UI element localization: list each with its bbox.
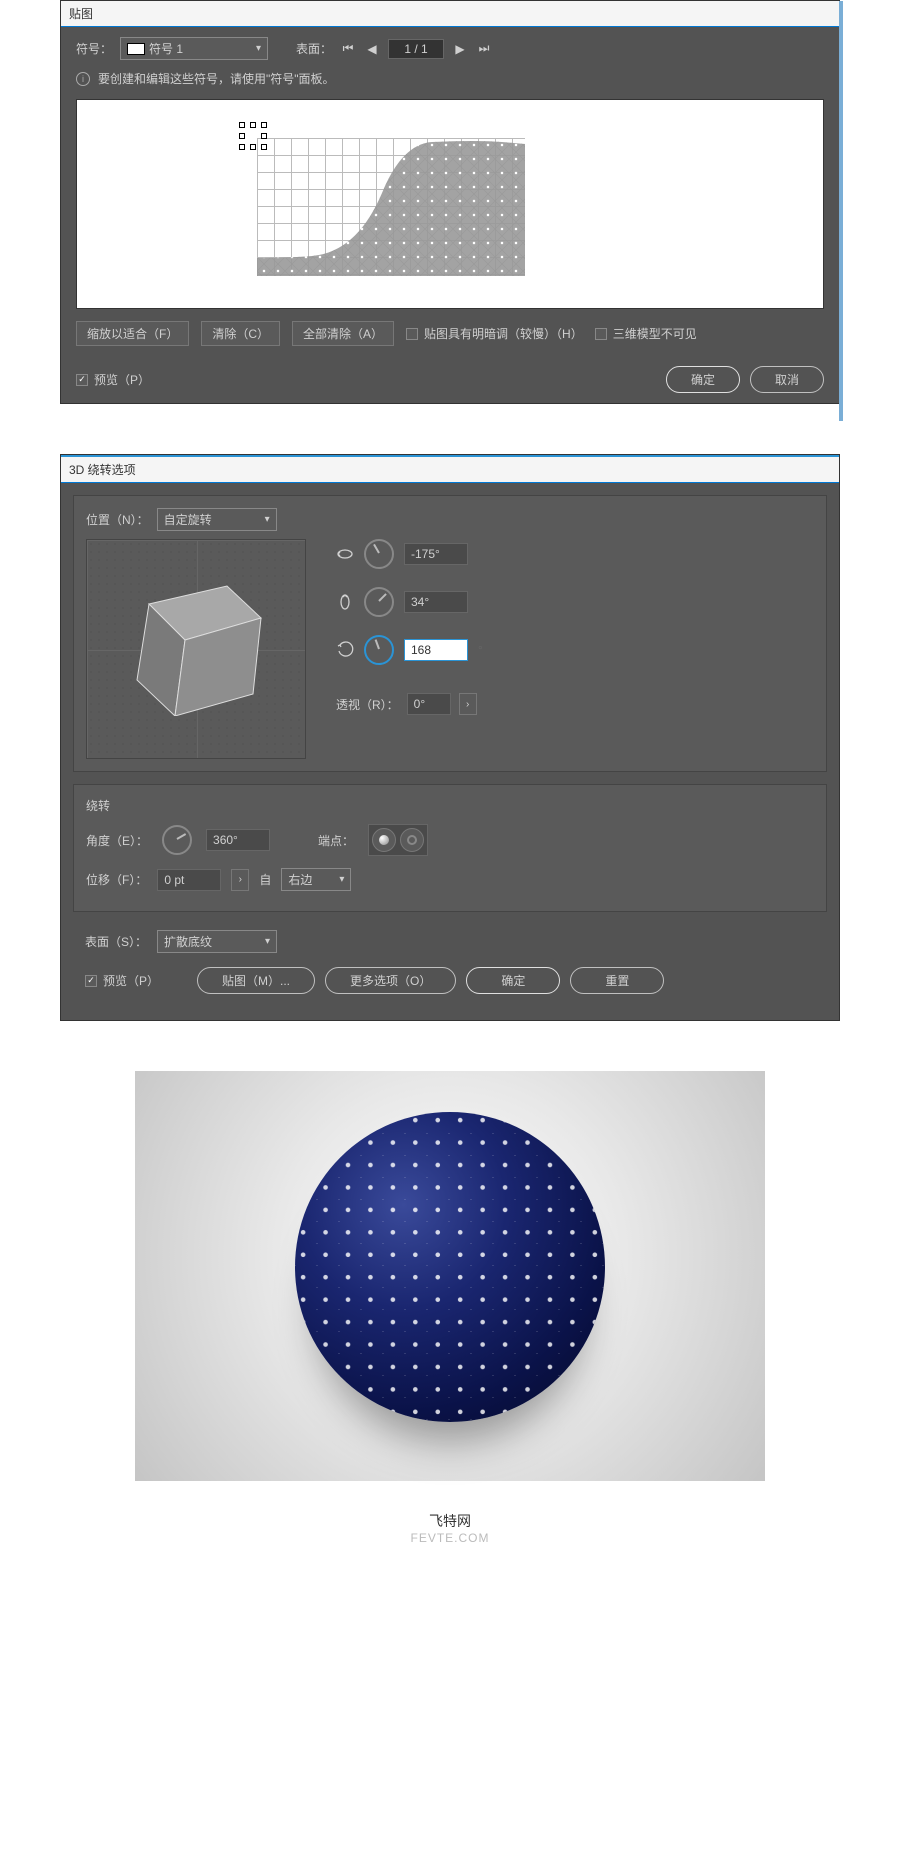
page-input[interactable]: 1 / 1 — [388, 39, 444, 59]
angle-dial[interactable] — [162, 825, 192, 855]
rotate-y-icon — [336, 593, 354, 611]
symbol-value: 符号 1 — [149, 40, 183, 57]
first-page-icon[interactable]: ⏮ — [340, 41, 356, 57]
revolve-label: 绕转 — [86, 797, 814, 814]
offset-label: 位移（F）： — [86, 871, 147, 888]
panel-title: 贴图 — [61, 1, 839, 27]
texture-shape — [257, 138, 525, 276]
surface-label: 表面： — [296, 40, 332, 57]
cap-solid-button[interactable] — [372, 828, 396, 852]
position-select[interactable]: 自定旋转 — [157, 508, 277, 531]
cap-label: 端点： — [318, 832, 354, 849]
offset-input[interactable] — [157, 869, 221, 891]
clear-all-button[interactable]: 全部清除（A） — [292, 321, 394, 346]
selection-handles[interactable] — [239, 122, 269, 152]
result-preview — [135, 1071, 765, 1481]
preview2-label: 预览（P） — [103, 972, 159, 989]
position-label: 位置（N）： — [86, 511, 149, 528]
cube-preview[interactable] — [86, 539, 306, 759]
scrollbar-edge — [839, 1, 843, 421]
position-group: 位置（N）： 自定旋转 — [73, 495, 827, 772]
rendered-sphere — [295, 1112, 605, 1422]
ok-button[interactable]: 确定 — [666, 366, 740, 393]
revolve-options-panel: 3D 绕转选项 位置（N）： 自定旋转 — [60, 454, 840, 1021]
surface-select[interactable]: 扩散底纹 — [157, 930, 277, 953]
map-art-button[interactable]: 贴图（M）... — [197, 967, 315, 994]
symbol-select[interactable]: 符号 1 — [120, 37, 268, 60]
symbol-swatch — [127, 43, 145, 55]
prev-page-icon[interactable]: ◀ — [364, 41, 380, 57]
shading-label: 贴图具有明暗调（较慢）（H） — [424, 325, 583, 342]
panel2-title: 3D 绕转选项 — [61, 455, 839, 483]
ok2-button[interactable]: 确定 — [466, 967, 560, 994]
angle-input[interactable] — [206, 829, 270, 851]
info-text: 要创建和编辑这些符号，请使用"符号"面板。 — [98, 70, 335, 87]
cap-hollow-button[interactable] — [400, 828, 424, 852]
next-page-icon[interactable]: ▶ — [452, 41, 468, 57]
info-icon: i — [76, 72, 90, 86]
rotate-x-icon — [336, 545, 354, 563]
last-page-icon[interactable]: ⏭ — [476, 41, 492, 57]
rotate-x-input[interactable] — [404, 543, 468, 565]
preview-checkbox[interactable] — [76, 374, 88, 386]
preview-label: 预览（P） — [94, 371, 150, 388]
caption-title: 飞特网 — [60, 1511, 840, 1531]
angle-label: 角度（E）： — [86, 832, 148, 849]
perspective-stepper[interactable]: › — [459, 693, 477, 715]
rotate-z-icon — [336, 641, 354, 659]
map-art-panel: 贴图 符号： 符号 1 表面： ⏮ ◀ 1 / 1 ▶ ⏭ i 要创建和编辑这些… — [60, 0, 840, 404]
revolve-group: 绕转 角度（E）： 端点： 位移（F）： › 自 右边 — [73, 784, 827, 912]
offset-stepper[interactable]: › — [231, 869, 249, 891]
caption-sub: FEVTE.COM — [60, 1531, 840, 1545]
invisible-checkbox[interactable] — [595, 328, 607, 340]
scale-to-fit-button[interactable]: 缩放以适合（F） — [76, 321, 189, 346]
preview-canvas[interactable] — [76, 99, 824, 309]
preview2-checkbox[interactable] — [85, 975, 97, 987]
from-label: 自 — [259, 871, 271, 888]
reset-button[interactable]: 重置 — [570, 967, 664, 994]
surface-label: 表面（S）： — [85, 933, 147, 950]
perspective-input[interactable] — [407, 693, 451, 715]
perspective-label: 透视（R）： — [336, 696, 399, 713]
clear-button[interactable]: 清除（C） — [201, 321, 280, 346]
rotate-y-input[interactable] — [404, 591, 468, 613]
more-options-button[interactable]: 更多选项（O） — [325, 967, 456, 994]
symbol-label: 符号： — [76, 40, 112, 57]
rotate-y-dial[interactable] — [364, 587, 394, 617]
from-select[interactable]: 右边 — [281, 868, 351, 891]
rotate-z-dial[interactable] — [364, 635, 394, 665]
shading-checkbox[interactable] — [406, 328, 418, 340]
rotate-z-input[interactable] — [404, 639, 468, 661]
invisible-label: 三维模型不可见 — [613, 325, 697, 342]
rotate-x-dial[interactable] — [364, 539, 394, 569]
cancel-button[interactable]: 取消 — [750, 366, 824, 393]
